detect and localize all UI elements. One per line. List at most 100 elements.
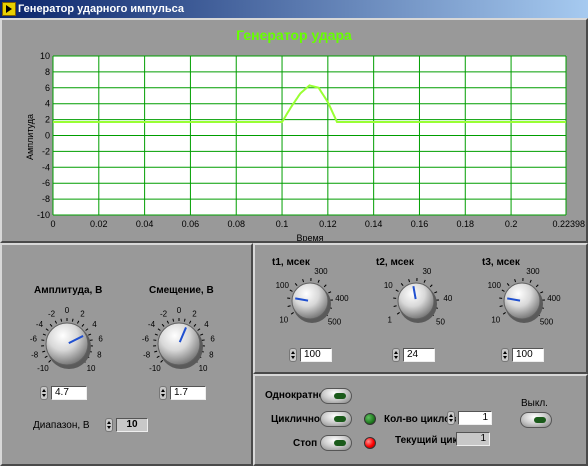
cycles-value[interactable]: 1 [458, 411, 492, 425]
t2-numeric[interactable]: 24 [392, 348, 435, 362]
knob-scale-tick [76, 320, 80, 324]
x-tick-label: 0.06 [182, 219, 200, 229]
knob-scale-tick [172, 318, 175, 322]
y-tick-label: -2 [42, 146, 50, 156]
knob-scale-label: 2 [80, 310, 85, 319]
cyclic-button[interactable] [320, 411, 352, 427]
amplitude-numeric[interactable]: 4.7 [40, 386, 87, 400]
knob-scale-tick [499, 305, 503, 307]
knob-scale-label: 1 [388, 315, 393, 324]
knob-scale-label: 500 [540, 318, 554, 327]
t1-value[interactable]: 100 [300, 348, 332, 362]
knob-scale-label: 8 [209, 351, 214, 360]
offset-knob[interactable]: -10 -8 -6 -4 -2 0 246 810 [129, 300, 229, 388]
knob-scale-tick [408, 279, 411, 283]
knob-scale-tick [393, 305, 397, 307]
amplitude-knob[interactable]: -10 -8 -6 -4 -2 0 246 810 [17, 300, 117, 388]
once-button[interactable] [320, 388, 352, 404]
t1-numeric[interactable]: 100 [289, 348, 332, 362]
knob-scale-label: 50 [436, 318, 445, 327]
t3-knob[interactable]: 10 100 300 400 500 [467, 259, 567, 341]
cycles-spin-icon[interactable] [447, 411, 455, 425]
knob-scale-tick [166, 320, 170, 324]
knob-body [291, 282, 329, 320]
y-tick-label: 10 [40, 51, 50, 61]
labview-app-icon [2, 2, 16, 16]
knob-scale-tick [193, 323, 197, 327]
cycles-numeric[interactable]: 1 [447, 411, 492, 425]
y-tick-label: -8 [42, 194, 50, 204]
knob-scale-tick [183, 318, 186, 322]
knob-scale-tick [501, 289, 505, 292]
range-label: Диапазон, В [33, 420, 90, 431]
range-value[interactable]: 10 [116, 418, 148, 432]
knob-scale-label: -6 [30, 335, 38, 344]
amplitude-spin-icon[interactable] [40, 386, 48, 400]
knob-body [503, 282, 541, 320]
x-tick-label: 0 [50, 219, 55, 229]
t3-spin-icon[interactable] [501, 348, 509, 362]
knob-scale-label: 10 [199, 364, 208, 373]
stop-button[interactable] [320, 435, 352, 451]
knob-scale-label: 400 [547, 294, 561, 303]
knob-scale-label: -6 [142, 335, 150, 344]
knob-scale-tick [302, 279, 305, 283]
knob-scale-tick [323, 284, 327, 288]
knob-scale-label: 0 [177, 306, 182, 315]
t2-spin-icon[interactable] [392, 348, 400, 362]
knob-scale-tick [423, 279, 426, 283]
x-tick-label: 0.08 [227, 219, 245, 229]
y-tick-label: 2 [45, 115, 50, 125]
knob-scale-tick [42, 333, 46, 336]
y-tick-label: -6 [42, 178, 50, 188]
knob-scale-tick [540, 291, 544, 294]
knob-scale-label: -8 [31, 351, 39, 360]
knob-scale-label: -4 [36, 320, 44, 329]
range-numeric[interactable]: 10 [105, 418, 148, 432]
knob-scale-tick [200, 333, 204, 336]
range-spin-icon[interactable] [105, 418, 113, 432]
t1-knob[interactable]: 10 100 300 400 500 [255, 259, 355, 341]
cycles-label: Кол-во циклов [384, 414, 457, 425]
offset-label: Смещение, В [149, 285, 214, 296]
window-title: Генератор ударного импульса [18, 3, 185, 15]
once-label: Однократно [265, 390, 325, 401]
knob-scale-tick [328, 291, 332, 294]
knob-scale-tick [48, 359, 52, 363]
t2-knob[interactable]: 1 10 30 40 50 [361, 259, 461, 341]
knob-scale-label: 6 [98, 335, 103, 344]
stop-led [364, 437, 376, 449]
knob-scale-tick [434, 291, 438, 294]
stop-label: Стоп [293, 438, 318, 449]
knob-body [397, 282, 435, 320]
knob-scale-tick [502, 312, 506, 315]
off-button[interactable] [520, 412, 552, 428]
knob-scale-label: 100 [276, 281, 290, 290]
y-tick-label: -10 [37, 210, 50, 220]
knob-scale-tick [529, 279, 532, 283]
y-tick-label: -4 [42, 162, 50, 172]
knob-scale-label: 4 [92, 320, 97, 329]
x-tick-label: 0.04 [136, 219, 154, 229]
knob-scale-tick [60, 318, 63, 322]
t1-spin-icon[interactable] [289, 348, 297, 362]
knob-scale-label: 300 [526, 267, 540, 276]
knob-scale-tick [514, 279, 517, 283]
knob-scale-label: 10 [87, 364, 96, 373]
knob-scale-label: 10 [491, 315, 500, 324]
knob-scale-tick [157, 328, 161, 331]
offset-spin-icon[interactable] [159, 386, 167, 400]
knob-scale-tick [54, 320, 58, 324]
knob-scale-label: 400 [335, 294, 349, 303]
offset-value[interactable]: 1.7 [170, 386, 206, 400]
knob-scale-tick [49, 323, 53, 327]
offset-numeric[interactable]: 1.7 [159, 386, 206, 400]
t3-value[interactable]: 100 [512, 348, 544, 362]
t2-value[interactable]: 24 [403, 348, 435, 362]
amplitude-value[interactable]: 4.7 [51, 386, 87, 400]
cyclic-label: Циклично [271, 414, 321, 425]
x-tick-label: 0.02 [90, 219, 108, 229]
waveform-chart: 1086420-2-4-6-8-10 0 0.02 0.04 0.06 0.08 0.1 0… [25, 51, 585, 241]
t3-numeric[interactable]: 100 [501, 348, 544, 362]
knob-scale-tick [395, 289, 399, 292]
